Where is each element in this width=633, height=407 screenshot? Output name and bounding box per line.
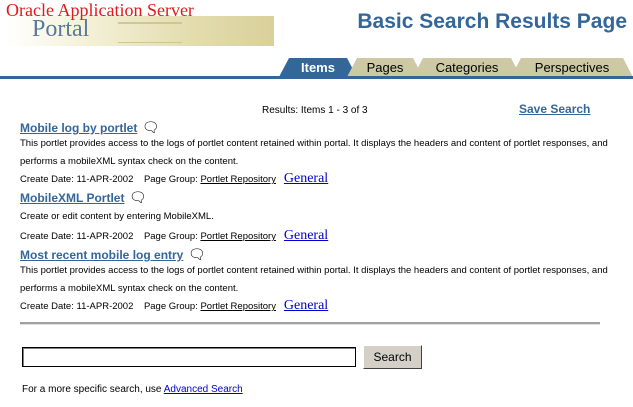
tab-perspectives-label: Perspectives [534,60,610,75]
result-item-description: Create or edit content by entering Mobil… [20,211,214,222]
result-item-meta: Create Date: 11-APR-2002 Page Group: Por… [20,228,328,244]
tab-categories[interactable]: Categories [413,58,521,77]
create-date-value: 11-APR-2002 [76,301,134,312]
search-button[interactable]: Search [363,345,422,369]
tab-pages-label: Pages [366,60,404,75]
result-item-meta: Create Date: 11-APR-2002 Page Group: Por… [20,171,328,187]
speech-bubble-icon[interactable]: 🗨 [188,246,206,262]
result-item-description: This portlet provides access to the logs… [20,265,608,294]
page-title: Basic Search Results Page [357,10,627,33]
search-input[interactable] [22,347,356,367]
advanced-search-prefix: For a more specific search, use [22,384,162,395]
portal-logo-ornament [118,22,182,43]
create-date-label: Create Date: [20,301,74,312]
result-item-meta: Create Date: 11-APR-2002 Page Group: Por… [20,298,328,314]
result-item-2-header: MobileXML Portlet 🗨 [20,189,147,207]
result-item-title[interactable]: Mobile log by portlet [20,121,137,135]
tab-items-label: Items [301,60,335,75]
results-count: Results: Items 1 - 3 of 3 [262,105,368,116]
results-divider [20,322,600,325]
result-item-title[interactable]: MobileXML Portlet [20,191,124,205]
tab-perspectives[interactable]: Perspectives [511,58,633,77]
category-link[interactable]: General [284,228,328,243]
page-group-link[interactable]: Portlet Repository [200,174,276,185]
page-group-label: Page Group: [143,231,198,242]
result-item-title[interactable]: Most recent mobile log entry [20,248,183,262]
tab-items[interactable]: Items [279,58,357,77]
create-date-label: Create Date: [20,231,74,242]
page-group-label: Page Group: [143,174,198,185]
category-link[interactable]: General [284,298,328,313]
speech-bubble-icon[interactable]: 🗨 [129,189,147,205]
save-search-link[interactable]: Save Search [519,102,590,116]
advanced-search-link[interactable]: Advanced Search [164,384,243,395]
page-group-label: Page Group: [143,301,198,312]
create-date-value: 11-APR-2002 [76,231,134,242]
page-group-link[interactable]: Portlet Repository [200,301,276,312]
tab-bar-underline [0,76,633,79]
tab-categories-label: Categories [435,60,499,75]
category-link[interactable]: General [284,171,328,186]
portal-logo-text: Portal [32,16,90,42]
advanced-search-hint: For a more specific search, use Advanced… [22,384,243,395]
page-group-link[interactable]: Portlet Repository [200,231,276,242]
result-item-description: This portlet provides access to the logs… [20,138,608,167]
create-date-label: Create Date: [20,174,74,185]
tab-pages[interactable]: Pages [347,58,423,77]
speech-bubble-icon[interactable]: 🗨 [142,119,160,135]
create-date-value: 11-APR-2002 [76,174,134,185]
